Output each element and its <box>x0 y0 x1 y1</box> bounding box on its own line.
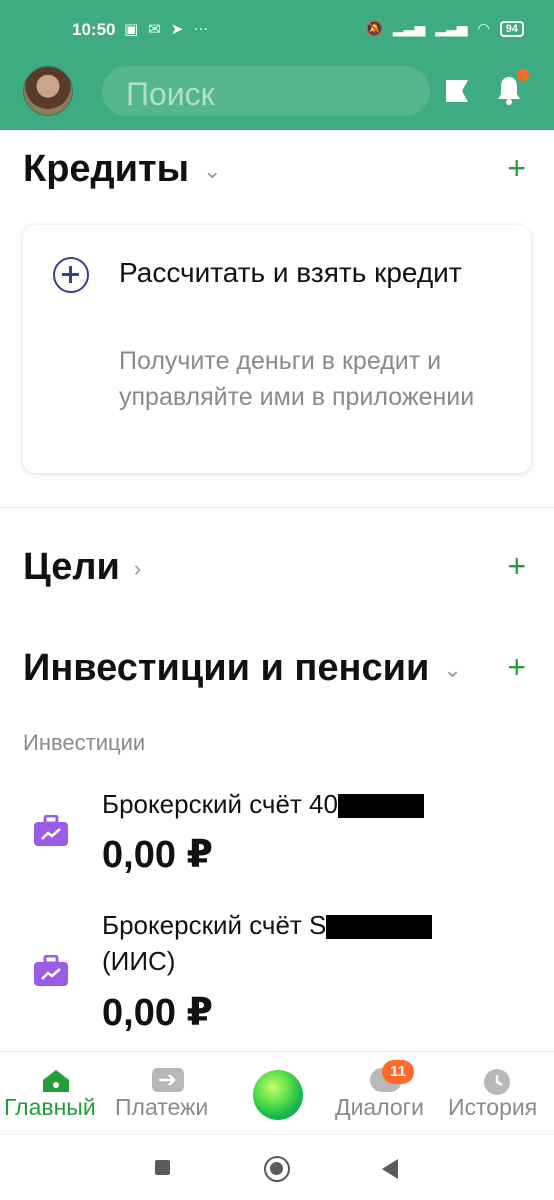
nav-label: Главный <box>4 1094 96 1120</box>
arrow-right-icon <box>159 1074 176 1086</box>
flag-icon[interactable] <box>443 78 471 104</box>
nav-label: Диалоги <box>335 1094 424 1120</box>
credit-card-title: Рассчитать и взять кредит <box>119 257 462 288</box>
divider <box>0 507 554 508</box>
bottom-navigation: Главный Платежи 11 Диалоги История <box>0 1052 554 1134</box>
add-credit-button[interactable]: + <box>507 150 526 187</box>
app-notification-icon: ▣ <box>124 21 139 38</box>
status-time: 10:50 <box>72 20 116 39</box>
unread-badge: 11 <box>382 1060 414 1084</box>
chevron-down-icon: ⌄ <box>443 656 462 682</box>
signal-icon: ▂▃▅ <box>392 20 426 36</box>
nav-label: Платежи <box>115 1094 209 1120</box>
account-name: Брокерский счёт 40 <box>102 786 424 822</box>
nav-label: История <box>448 1094 538 1120</box>
home-button[interactable] <box>264 1156 290 1182</box>
status-bar: 10:50 ▣ ✉ ➤ ··· 🔕 ▂▃▅ ▂▃▅ ◠ 94 <box>0 0 554 50</box>
recents-button[interactable] <box>155 1160 170 1175</box>
goals-title: Цели <box>23 546 120 588</box>
system-navigation-bar <box>0 1134 554 1200</box>
credit-offer-card[interactable]: Рассчитать и взять кредит Получите деньг… <box>23 225 531 473</box>
status-notification-icons: ▣ ✉ ➤ ··· <box>124 20 208 38</box>
redacted-account-number <box>337 794 424 819</box>
account-balance: 0,00 ₽ <box>102 834 213 876</box>
plus-circle-icon <box>53 257 89 293</box>
battery-indicator: 94 <box>499 20 524 37</box>
mail-icon: ✉ <box>148 21 161 38</box>
add-investment-button[interactable]: + <box>507 649 526 686</box>
credits-title: Кредиты <box>23 148 190 190</box>
app-header: Поиск <box>0 50 554 130</box>
section-credits-header[interactable]: Кредиты ⌄ <box>23 148 222 191</box>
chevron-down-icon: ⌄ <box>203 157 222 183</box>
account-name-suffix: (ИИС) <box>102 946 176 976</box>
assistant-orb-icon[interactable] <box>253 1070 303 1120</box>
credit-card-description: Получите деньги в кредит и управляйте им… <box>119 347 475 411</box>
account-balance: 0,00 ₽ <box>102 992 213 1034</box>
search-input[interactable]: Поиск <box>102 66 430 116</box>
wifi-icon: ◠ <box>477 20 490 36</box>
chevron-right-icon: › <box>133 555 142 581</box>
section-goals-header[interactable]: Цели › <box>23 546 141 589</box>
mute-icon: 🔕 <box>365 20 383 36</box>
avatar[interactable] <box>23 66 73 116</box>
investments-title: Инвестиции и пенсии <box>23 647 430 689</box>
telegram-icon: ➤ <box>170 21 184 38</box>
status-system-icons: 🔕 ▂▃▅ ▂▃▅ ◠ 94 <box>365 20 524 37</box>
redacted-account-number <box>326 915 433 940</box>
briefcase-icon <box>34 815 68 846</box>
add-goal-button[interactable]: + <box>507 548 526 585</box>
signal-icon-2: ▂▃▅ <box>435 20 468 36</box>
history-icon <box>484 1069 510 1095</box>
account-name: Брокерский счёт S <box>102 907 433 943</box>
briefcase-icon <box>34 955 68 986</box>
back-button[interactable] <box>382 1159 398 1179</box>
notification-dot <box>517 69 529 81</box>
investments-subheading: Инвестиции <box>23 730 146 755</box>
home-icon <box>43 1070 69 1092</box>
section-investments-header[interactable]: Инвестиции и пенсии ⌄ <box>23 647 462 690</box>
search-placeholder: Поиск <box>126 76 215 112</box>
more-notifications: ··· <box>193 20 209 37</box>
